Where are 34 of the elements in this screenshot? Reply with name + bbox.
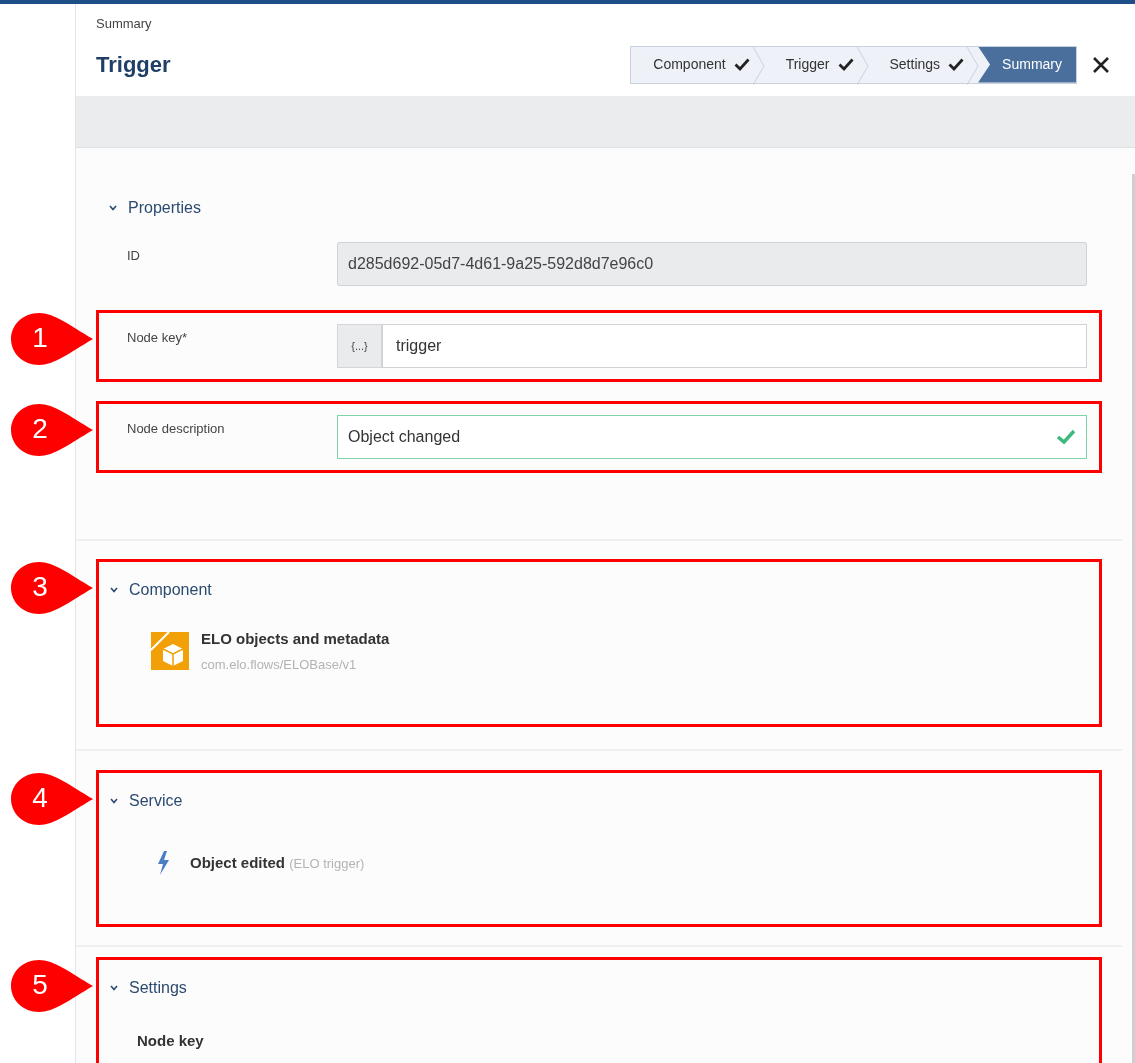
callout-number: 3	[31, 571, 49, 603]
expression-toggle[interactable]: {...}	[337, 324, 382, 368]
chevron-icon[interactable]	[109, 585, 119, 595]
chevron-icon[interactable]	[109, 983, 119, 993]
cube-logo-icon	[151, 632, 189, 670]
close-icon[interactable]	[1091, 54, 1111, 75]
wizard-step[interactable]: Summary	[978, 46, 1076, 83]
field-label: ID	[127, 247, 141, 265]
section-title[interactable]: Service	[129, 789, 183, 813]
component-path: com.elo.flows/ELOBase/v1	[201, 655, 358, 674]
section-title[interactable]: Properties	[128, 196, 201, 220]
node-key-field[interactable]: trigger	[382, 324, 1087, 368]
section-title[interactable]: Component	[129, 578, 212, 602]
service-name: Object edited (ELO trigger)	[190, 852, 365, 873]
id-field: d285d692-05d7-4d61-9a25-592d8d7e96c0	[337, 242, 1087, 286]
breadcrumb[interactable]: Summary	[96, 14, 1115, 34]
component-name: ELO objects and metadata	[201, 629, 390, 649]
callout-number: 1	[31, 322, 49, 354]
scrollbar[interactable]	[1132, 174, 1135, 1063]
field-label: Node description	[127, 420, 226, 438]
wizard-step[interactable]: Component	[631, 46, 764, 83]
callout-number: 2	[31, 413, 49, 445]
field-label: Node key*	[127, 329, 188, 347]
callout-number: 5	[31, 969, 49, 1001]
node-description-field[interactable]: Object changed	[337, 415, 1087, 459]
section-title[interactable]: Settings	[129, 976, 187, 1000]
panel-title: Trigger	[96, 51, 172, 79]
chevron-icon[interactable]	[108, 203, 118, 213]
chevron-icon[interactable]	[109, 796, 119, 806]
wizard-step[interactable]: Settings	[867, 46, 979, 83]
lightning-icon	[157, 851, 170, 875]
callout-number: 4	[31, 782, 49, 814]
setting-heading: Node key	[137, 1031, 205, 1051]
wizard-step[interactable]: Trigger	[763, 46, 868, 83]
